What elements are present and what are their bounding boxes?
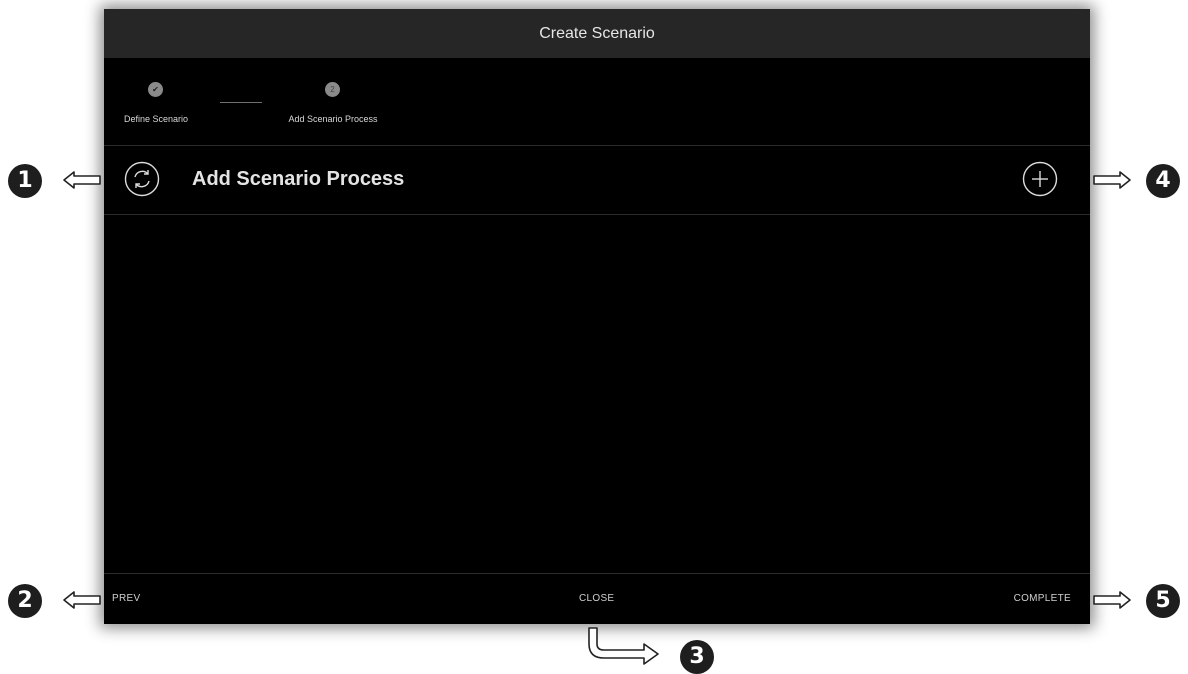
step-connector-line <box>220 102 262 103</box>
section-header: Add Scenario Process <box>104 146 1090 215</box>
callout-arrow-left-icon <box>63 171 101 189</box>
step-number-badge: 2 <box>325 82 340 97</box>
create-scenario-dialog: Create Scenario ✔ Define Scenario 2 Add … <box>104 9 1090 624</box>
wizard-stepper: ✔ Define Scenario 2 Add Scenario Process <box>104 58 1090 146</box>
callout-number: 3 <box>680 640 714 674</box>
step-label: Define Scenario <box>123 114 189 124</box>
refresh-cycle-icon <box>124 161 160 197</box>
callout-number: 2 <box>8 584 42 618</box>
callout-arrow-right-icon <box>1093 591 1131 609</box>
callout-number: 4 <box>1146 164 1180 198</box>
callout-arrow-left-icon <box>63 591 101 609</box>
step-label: Add Scenario Process <box>288 114 378 124</box>
prev-button[interactable]: PREV <box>112 593 140 604</box>
dialog-title: Create Scenario <box>104 9 1090 58</box>
section-title: Add Scenario Process <box>192 168 405 190</box>
process-list-area <box>104 215 1090 573</box>
callout-number: 1 <box>8 164 42 198</box>
complete-button[interactable]: COMPLETE <box>1014 593 1071 604</box>
callout-arrow-right-icon <box>1093 171 1131 189</box>
callout-arrow-bent-icon <box>588 627 659 665</box>
plus-circle-icon[interactable] <box>1022 161 1058 197</box>
check-icon: ✔ <box>148 82 163 97</box>
dialog-footer: PREV CLOSE COMPLETE <box>104 573 1090 624</box>
callout-number: 5 <box>1146 584 1180 618</box>
annotated-screenshot: Create Scenario ✔ Define Scenario 2 Add … <box>0 0 1188 674</box>
close-button[interactable]: CLOSE <box>579 593 614 604</box>
